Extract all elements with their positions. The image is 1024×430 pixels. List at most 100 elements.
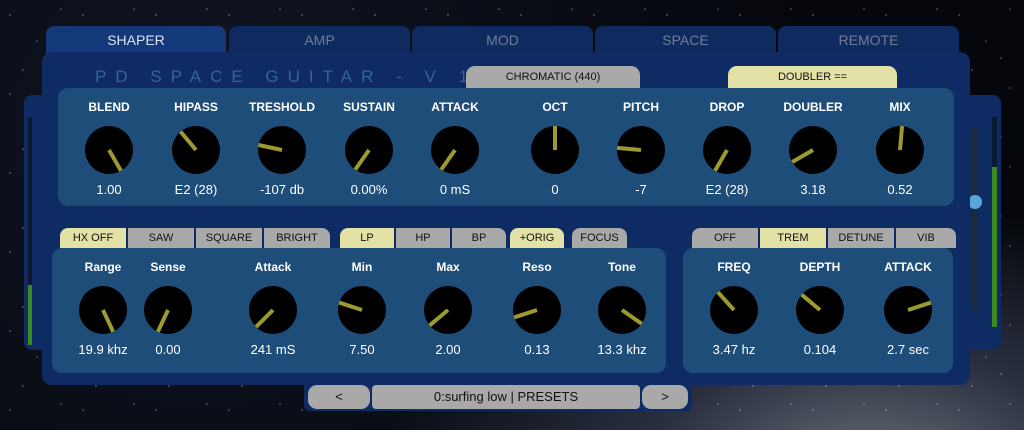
saw-button[interactable]: SAW [128, 228, 194, 248]
knob-sense[interactable]: Sense 0.00 [130, 260, 206, 357]
knob-dial[interactable] [789, 126, 837, 174]
knob-value: 2.00 [435, 342, 461, 357]
knob-dial[interactable] [431, 126, 479, 174]
right-level-meter [992, 117, 997, 327]
knob-label: Min [351, 260, 373, 274]
knob-value: 0.13 [524, 342, 550, 357]
doubler-button[interactable]: DOUBLER == [728, 66, 897, 88]
tab-space[interactable]: SPACE [595, 26, 776, 54]
hx-off-button[interactable]: HX OFF [60, 228, 126, 248]
knob-oct[interactable]: OCT 0 [517, 100, 593, 197]
preset-prev-button[interactable]: < [308, 385, 370, 409]
left-level-meter [28, 117, 32, 345]
knob-label: ATTACK [431, 100, 479, 114]
knob-drop[interactable]: DROP E2 (28) [689, 100, 765, 197]
knob-blend[interactable]: BLEND 1.00 [71, 100, 147, 197]
chromatic-button[interactable]: CHROMATIC (440) [466, 66, 640, 88]
knob-depth[interactable]: DEPTH 0.104 [782, 260, 858, 357]
square-button[interactable]: SQUARE [196, 228, 262, 248]
bright-button[interactable]: BRIGHT [264, 228, 330, 248]
knob-dial[interactable] [338, 286, 386, 334]
knob-label: OCT [542, 100, 568, 114]
knob-label: DROP [709, 100, 745, 114]
knob-label: Attack [254, 260, 292, 274]
knob-max[interactable]: Max 2.00 [410, 260, 486, 357]
knob-dial[interactable] [703, 126, 751, 174]
vib-button[interactable]: VIB [896, 228, 956, 248]
knob-label: BLEND [88, 100, 130, 114]
knob-label: ATTACK [884, 260, 932, 274]
knob-dial[interactable] [710, 286, 758, 334]
knob-dial[interactable] [144, 286, 192, 334]
knob-treshold[interactable]: TRESHOLD -107 db [244, 100, 320, 197]
knob-dial[interactable] [531, 126, 579, 174]
bp-button[interactable]: BP [452, 228, 506, 248]
knob-value: 1.00 [96, 182, 122, 197]
knob-tone[interactable]: Tone 13.3 khz [584, 260, 660, 357]
detune-button[interactable]: DETUNE [828, 228, 894, 248]
knob-dial[interactable] [345, 126, 393, 174]
knob-label: FREQ [717, 260, 751, 274]
preset-name[interactable]: 0:surfing low | PRESETS [372, 385, 640, 409]
knob-min[interactable]: Min 7.50 [324, 260, 400, 357]
knob-label: DOUBLER [783, 100, 843, 114]
focus-button[interactable]: FOCUS [572, 228, 627, 248]
knob-dial[interactable] [876, 126, 924, 174]
knob-sustain[interactable]: SUSTAIN 0.00% [331, 100, 407, 197]
knob-dial[interactable] [884, 286, 932, 334]
knob-label: DEPTH [799, 260, 841, 274]
knob-dial[interactable] [617, 126, 665, 174]
knob-dial[interactable] [598, 286, 646, 334]
lp-button[interactable]: LP [340, 228, 394, 248]
knob-value: 7.50 [349, 342, 375, 357]
knob-attack[interactable]: ATTACK 0 mS [417, 100, 493, 197]
knob-dial[interactable] [85, 126, 133, 174]
knob-indicator [617, 145, 642, 152]
knob-value: 0 [551, 182, 559, 197]
knob-doubler[interactable]: DOUBLER 3.18 [775, 100, 851, 197]
knob-dial[interactable] [424, 286, 472, 334]
knob-indicator [898, 126, 905, 151]
tab-amp[interactable]: AMP [229, 26, 410, 54]
knob-value: 13.3 khz [597, 342, 647, 357]
preset-bar: < 0:surfing low | PRESETS > [304, 381, 692, 411]
knob-mix[interactable]: MIX 0.52 [862, 100, 938, 197]
knob-hipass[interactable]: HIPASS E2 (28) [158, 100, 234, 197]
knob-dial[interactable] [513, 286, 561, 334]
knob-dial[interactable] [249, 286, 297, 334]
tab-shaper[interactable]: SHAPER [46, 26, 226, 54]
knob-attack[interactable]: Attack 241 mS [235, 260, 311, 357]
knob-dial[interactable] [258, 126, 306, 174]
off-button[interactable]: OFF [692, 228, 758, 248]
knob-label: HIPASS [174, 100, 218, 114]
knob-attack[interactable]: ATTACK 2.7 sec [870, 260, 946, 357]
knob-value: 241 mS [250, 342, 296, 357]
knob-value: 0.00% [350, 182, 388, 197]
knob-value: 3.47 hz [712, 342, 756, 357]
knob-value: -7 [635, 182, 647, 197]
knob-value: 0.104 [803, 342, 837, 357]
preset-next-button[interactable]: > [642, 385, 688, 409]
volume-slider-handle[interactable] [968, 195, 982, 209]
knob-pitch[interactable]: PITCH -7 [603, 100, 679, 197]
knob-value: 2.7 sec [887, 342, 929, 357]
volume-slider[interactable] [968, 127, 982, 312]
knob-value: -107 db [259, 182, 305, 197]
knob-dial[interactable] [172, 126, 220, 174]
knob-dial[interactable] [796, 286, 844, 334]
knob-value: 0 mS [439, 182, 471, 197]
knob-reso[interactable]: Reso 0.13 [499, 260, 575, 357]
knob-dial[interactable] [79, 286, 127, 334]
tab-mod[interactable]: MOD [412, 26, 593, 54]
knob-label: SUSTAIN [343, 100, 395, 114]
knob-freq[interactable]: FREQ 3.47 hz [696, 260, 772, 357]
hp-button[interactable]: HP [396, 228, 450, 248]
knob-label: Reso [522, 260, 552, 274]
trem-button[interactable]: TREM [760, 228, 826, 248]
knob-value: 0.52 [887, 182, 913, 197]
tab-remote[interactable]: REMOTE [778, 26, 959, 54]
knob-label: PITCH [623, 100, 659, 114]
orig-button[interactable]: +ORIG [510, 228, 564, 248]
knob-value: E2 (28) [705, 182, 749, 197]
knob-label: Sense [150, 260, 186, 274]
